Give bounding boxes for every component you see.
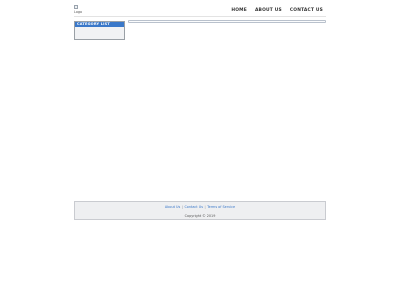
header-divider <box>74 16 326 17</box>
footer-terms-link[interactable]: Terms of Service <box>207 205 235 209</box>
nav-home-link[interactable]: HOME <box>231 8 247 14</box>
category-list <box>75 27 124 39</box>
logo[interactable]: Logo <box>74 5 88 14</box>
logo-alt-text: Logo <box>74 9 83 14</box>
footer-contact-us-link[interactable]: Contact Us <box>184 205 203 209</box>
top-nav: HOME ABOUT US CONTACT US <box>231 8 323 14</box>
footer-links: About Us | Contact Us | Terms of Service <box>75 205 325 209</box>
category-sidebar: CATEGORY LIST <box>74 21 125 40</box>
footer-separator: | <box>181 205 183 209</box>
nav-contact-us-link[interactable]: CONTACT US <box>290 8 323 14</box>
broken-image-icon <box>74 5 78 9</box>
main-content-box <box>128 20 326 23</box>
footer-about-us-link[interactable]: About Us <box>165 205 180 209</box>
footer: About Us | Contact Us | Terms of Service Cop… <box>74 201 326 220</box>
nav-about-us-link[interactable]: ABOUT US <box>255 8 282 14</box>
page: Logo HOME ABOUT US CONTACT US CATEGORY L… <box>74 0 326 300</box>
footer-separator: | <box>204 205 206 209</box>
copyright-text: Copyright © 2019 <box>184 214 216 218</box>
